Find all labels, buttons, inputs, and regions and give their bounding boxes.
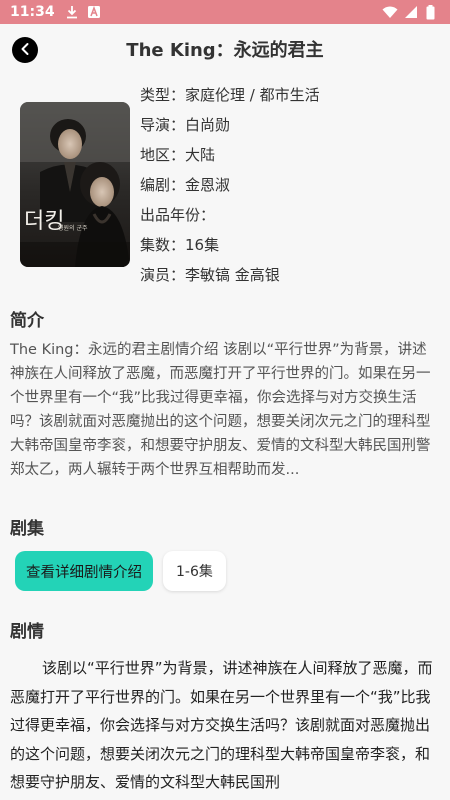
meta-year: 出品年份：: [140, 200, 320, 230]
wifi-icon: [382, 5, 398, 19]
drama-meta: 类型：家庭伦理 / 都市生活 导演：白尚勋 地区：大陆 编剧：金恩淑 出品年份：…: [140, 80, 320, 290]
meta-value: 16集: [185, 236, 220, 254]
meta-value: 李敏镐 金高银: [185, 266, 280, 284]
meta-writer: 编剧：金恩淑: [140, 170, 320, 200]
meta-label: 集数：: [140, 236, 186, 254]
status-right-icons: [382, 5, 440, 20]
meta-region: 地区：大陆: [140, 140, 320, 170]
detail-plot-button[interactable]: 查看详细剧情介绍: [15, 551, 153, 591]
episodes-row: 查看详细剧情介绍 1-6集: [15, 551, 226, 591]
status-time: 11:34: [10, 4, 55, 20]
plot-text: 该剧以“平行世界”为背景，讲述神族在人间释放了恶魔，而恶魔打开了平行世界的门。如…: [10, 659, 433, 791]
page-title: The King：永远的君主: [126, 40, 324, 61]
meta-episodes: 集数：16集: [140, 230, 320, 260]
font-icon: [87, 5, 101, 19]
meta-label: 演员：: [140, 266, 186, 284]
back-button[interactable]: [12, 37, 38, 63]
meta-label: 类型：: [140, 86, 186, 104]
meta-value: 大陆: [185, 146, 216, 164]
synopsis-text: The King：永远的君主剧情介绍 该剧以“平行世界”为背景，讲述神族在人间释…: [10, 342, 431, 478]
status-bar: 11:34: [0, 0, 450, 24]
meta-value: 白尚勋: [185, 116, 231, 134]
plot-heading: 剧情: [10, 622, 44, 642]
episodes-heading: 剧集: [10, 519, 44, 539]
download-icon: [65, 5, 79, 19]
episode-range-chip[interactable]: 1-6集: [163, 551, 226, 591]
battery-icon: [426, 5, 440, 20]
meta-label: 编剧：: [140, 176, 186, 194]
meta-value: 家庭伦理 / 都市生活: [185, 86, 320, 104]
status-left-icons: [65, 5, 101, 19]
svg-text:영원의 군주: 영원의 군주: [58, 224, 88, 232]
chevron-left-icon: [19, 41, 31, 60]
meta-value: 金恩淑: [185, 176, 231, 194]
meta-cast: 演员：李敏镐 金高银: [140, 260, 320, 290]
meta-label: 出品年份：: [140, 206, 216, 224]
top-bar: The King：永远的君主: [0, 24, 450, 74]
drama-poster[interactable]: 더킹 영원의 군주: [20, 102, 130, 267]
meta-label: 导演：: [140, 116, 186, 134]
signal-icon: [404, 5, 418, 19]
synopsis-heading: 简介: [10, 311, 44, 331]
drama-info: 더킹 영원의 군주 类型：家庭伦理 / 都市生活 导演：白尚勋 地区：大陆 编剧…: [20, 80, 430, 285]
meta-label: 地区：: [140, 146, 186, 164]
meta-genre: 类型：家庭伦理 / 都市生活: [140, 80, 320, 110]
meta-director: 导演：白尚勋: [140, 110, 320, 140]
